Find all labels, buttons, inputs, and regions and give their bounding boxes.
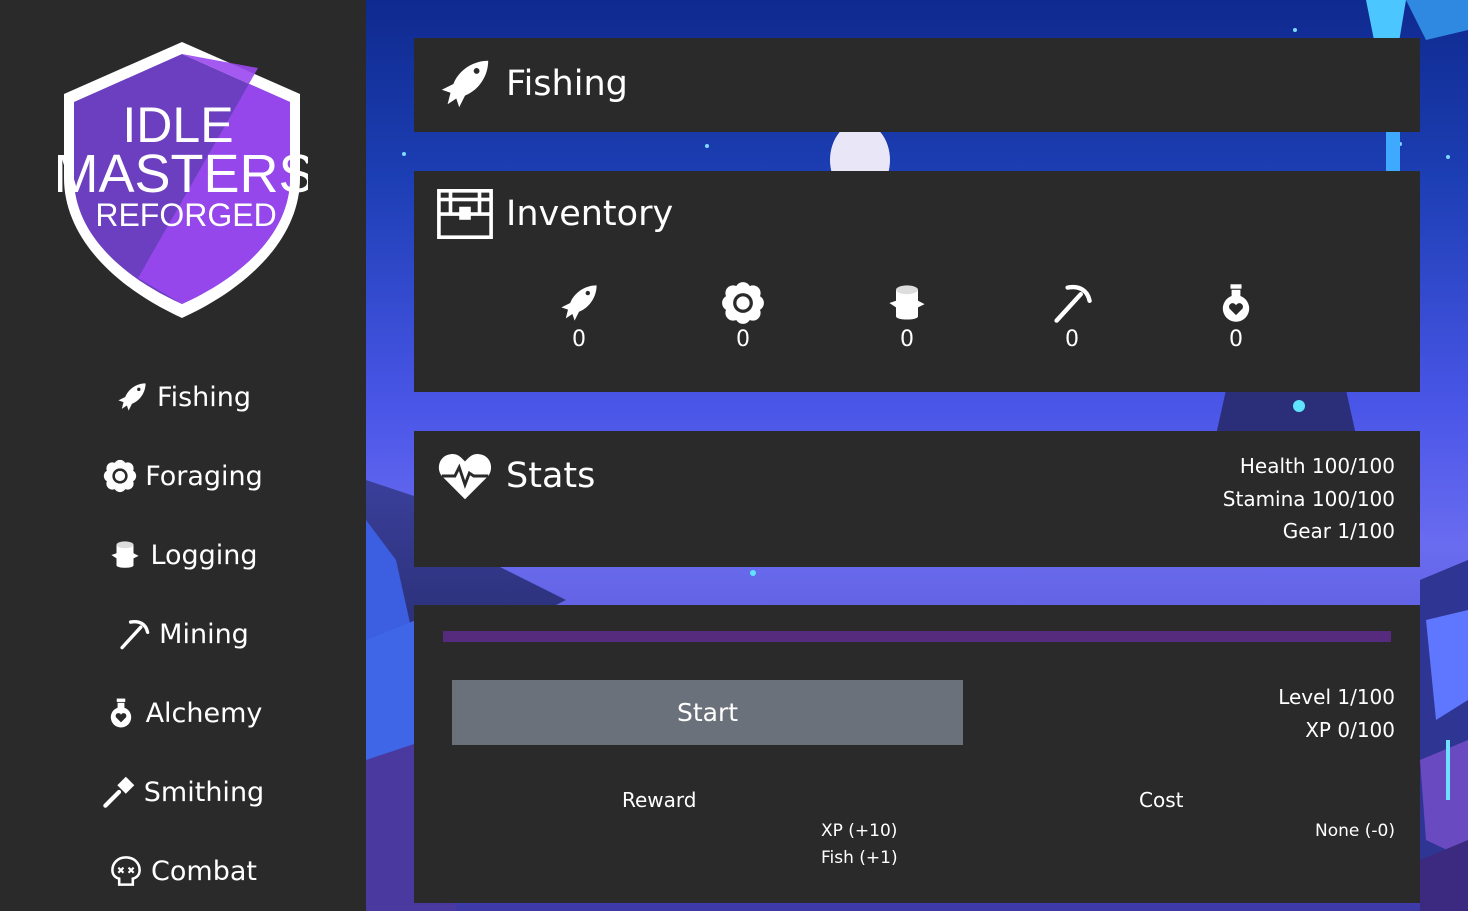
sidebar: IDLE MASTERS REFORGED Fishing Foraging L… (0, 0, 366, 911)
flower-icon (722, 282, 764, 324)
stat-stamina: Stamina 100/100 (1222, 487, 1395, 511)
cost-header: Cost (1139, 788, 1184, 812)
pickaxe-icon (1054, 284, 1092, 323)
sidebar-item-mining[interactable]: Mining (0, 609, 366, 659)
inventory-count: 0 (572, 327, 586, 352)
stats-title: Stats (436, 447, 595, 505)
sidebar-item-fishing[interactable]: Fishing (0, 372, 366, 422)
sidebar-item-label: Fishing (157, 381, 251, 413)
fish-icon (118, 383, 146, 411)
stat-gear: Gear 1/100 (1282, 519, 1395, 543)
inventory-title: Inventory (436, 185, 673, 243)
inventory-slot-potion: 0 (1206, 281, 1266, 352)
level-label: Level 1/100 (1278, 685, 1395, 709)
potion-icon (1222, 284, 1250, 322)
heart-pulse-icon (438, 454, 492, 500)
activity-title-label: Fishing (506, 64, 628, 104)
sidebar-item-label: Combat (151, 855, 257, 887)
idle-masters-logo[interactable]: IDLE MASTERS REFORGED (53, 38, 315, 323)
xp-progress-bar (443, 631, 1391, 642)
activity-title-panel: Fishing (414, 38, 1420, 132)
sidebar-item-alchemy[interactable]: Alchemy (0, 688, 366, 738)
sidebar-item-label: Mining (159, 618, 249, 650)
logo-line-3: REFORGED (95, 197, 276, 233)
inventory-slot-ore: 0 (1042, 281, 1102, 352)
inventory-count: 0 (900, 327, 914, 352)
reward-header: Reward (622, 788, 697, 812)
logo-line-2: MASTERS (58, 144, 308, 204)
start-button[interactable]: Start (452, 680, 963, 745)
sidebar-item-label: Logging (150, 539, 258, 571)
skull-icon (111, 856, 141, 886)
inventory-slot-fish: 0 (549, 281, 609, 352)
inventory-count: 0 (736, 327, 750, 352)
hammer-icon (103, 776, 135, 808)
log-icon (111, 541, 140, 568)
flower-icon (104, 459, 137, 493)
sidebar-item-combat[interactable]: Combat (0, 846, 366, 896)
inventory-panel: Inventory 0 0 0 0 0 (414, 171, 1420, 392)
inventory-count: 0 (1065, 327, 1079, 352)
sidebar-item-foraging[interactable]: Foraging (0, 451, 366, 501)
inventory-slot-flower: 0 (713, 281, 773, 352)
sidebar-item-label: Alchemy (145, 697, 263, 729)
inventory-count: 0 (1229, 327, 1243, 352)
stats-title-label: Stats (506, 456, 596, 496)
log-icon (889, 285, 925, 320)
sidebar-item-smithing[interactable]: Smithing (0, 767, 366, 817)
potion-icon (110, 698, 131, 728)
sidebar-item-label: Foraging (145, 460, 263, 492)
cost-item: None (-0) (1315, 821, 1395, 841)
fish-icon (441, 60, 489, 108)
pickaxe-icon (120, 620, 150, 650)
action-panel: Start Level 1/100 XP 0/100 Reward XP (+1… (414, 605, 1420, 903)
treasure-chest-icon (437, 188, 493, 240)
inventory-slot-log: 0 (877, 281, 937, 352)
reward-item: Fish (+1) (821, 848, 898, 868)
stat-health: Health 100/100 (1239, 454, 1395, 478)
reward-item: XP (+10) (821, 821, 898, 841)
stats-panel: Stats Health 100/100 Stamina 100/100 Gea… (414, 431, 1420, 567)
sidebar-item-logging[interactable]: Logging (0, 530, 366, 580)
fish-icon (561, 285, 597, 321)
inventory-title-label: Inventory (506, 194, 674, 234)
shield-logo-icon: IDLE MASTERS REFORGED (53, 42, 315, 318)
activity-title: Fishing (436, 55, 628, 113)
sidebar-item-label: Smithing (143, 776, 265, 808)
xp-label: XP 0/100 (1305, 718, 1395, 742)
